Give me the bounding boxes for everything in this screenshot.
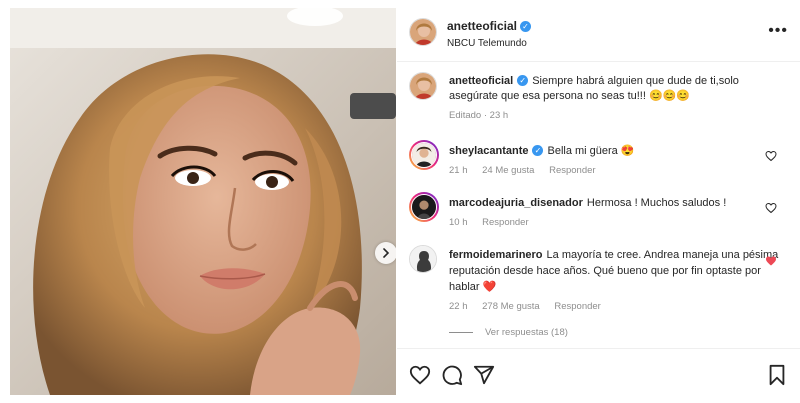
instagram-post: anetteoficial ✓ NBCU Telemundo ••• anette… [0, 0, 800, 403]
caption-username[interactable]: anetteoficial [449, 75, 513, 87]
verified-badge-icon: ✓ [520, 21, 532, 32]
caption-timestamp: Editado · 23 h [449, 110, 509, 121]
commenter-username[interactable]: marcodeajuria_disenador [449, 197, 583, 209]
comment-time: 22 h [449, 301, 468, 312]
next-photo-button[interactable] [375, 242, 396, 264]
comment-like-heart-icon[interactable] [765, 202, 777, 214]
caption-meta: Editado · 23 h [449, 110, 749, 121]
reply-thread-line [449, 332, 473, 333]
more-options-icon[interactable]: ••• [768, 22, 788, 40]
comment-time: 10 h [449, 217, 468, 228]
reply-button[interactable]: Responder [549, 165, 595, 176]
share-icon[interactable] [473, 364, 495, 386]
view-replies-label: Ver respuestas (18) [485, 327, 568, 338]
comment-likes[interactable]: 24 Me gusta [482, 165, 534, 176]
caption-text: anetteoficial ✓ Siempre habrá alguien que … [449, 74, 749, 104]
commenter-avatar[interactable] [409, 140, 439, 170]
bookmark-icon[interactable] [766, 364, 788, 386]
comment-time: 21 h [449, 165, 468, 176]
comment-text: Bella mi güera 😍 [547, 145, 635, 157]
action-bar [397, 348, 800, 403]
post-side-panel: anetteoficial ✓ NBCU Telemundo ••• anette… [397, 0, 800, 403]
verified-badge-icon: ✓ [532, 145, 544, 156]
reply-button[interactable]: Responder [482, 217, 528, 228]
commenter-avatar[interactable] [409, 192, 439, 222]
post-photo[interactable] [10, 8, 396, 395]
author-avatar[interactable] [409, 18, 437, 46]
chevron-right-icon [383, 248, 390, 258]
post-header: anetteoficial ✓ NBCU Telemundo ••• [397, 0, 800, 62]
heart-icon[interactable] [409, 364, 431, 386]
view-replies-button[interactable]: Ver respuestas (18) [449, 327, 568, 338]
comment-icon[interactable] [441, 364, 463, 386]
commenter-username[interactable]: fermoidemarinero [449, 249, 543, 261]
caption-author-avatar[interactable] [409, 72, 437, 100]
commenter-avatar[interactable] [409, 245, 437, 273]
comment-text: Hermosa ! Muchos saludos ! [586, 197, 727, 209]
author-username[interactable]: anetteoficial [447, 19, 517, 33]
portrait-image [10, 8, 396, 395]
commenter-username[interactable]: sheylacantante [449, 145, 528, 157]
comment-liked-heart-icon[interactable] [765, 255, 777, 267]
reply-button[interactable]: Responder [554, 301, 600, 312]
post-location[interactable]: NBCU Telemundo [447, 38, 531, 49]
verified-badge-icon: ✓ [517, 75, 529, 86]
comment-likes[interactable]: 278 Me gusta [482, 301, 540, 312]
comment-like-heart-icon[interactable] [765, 150, 777, 162]
